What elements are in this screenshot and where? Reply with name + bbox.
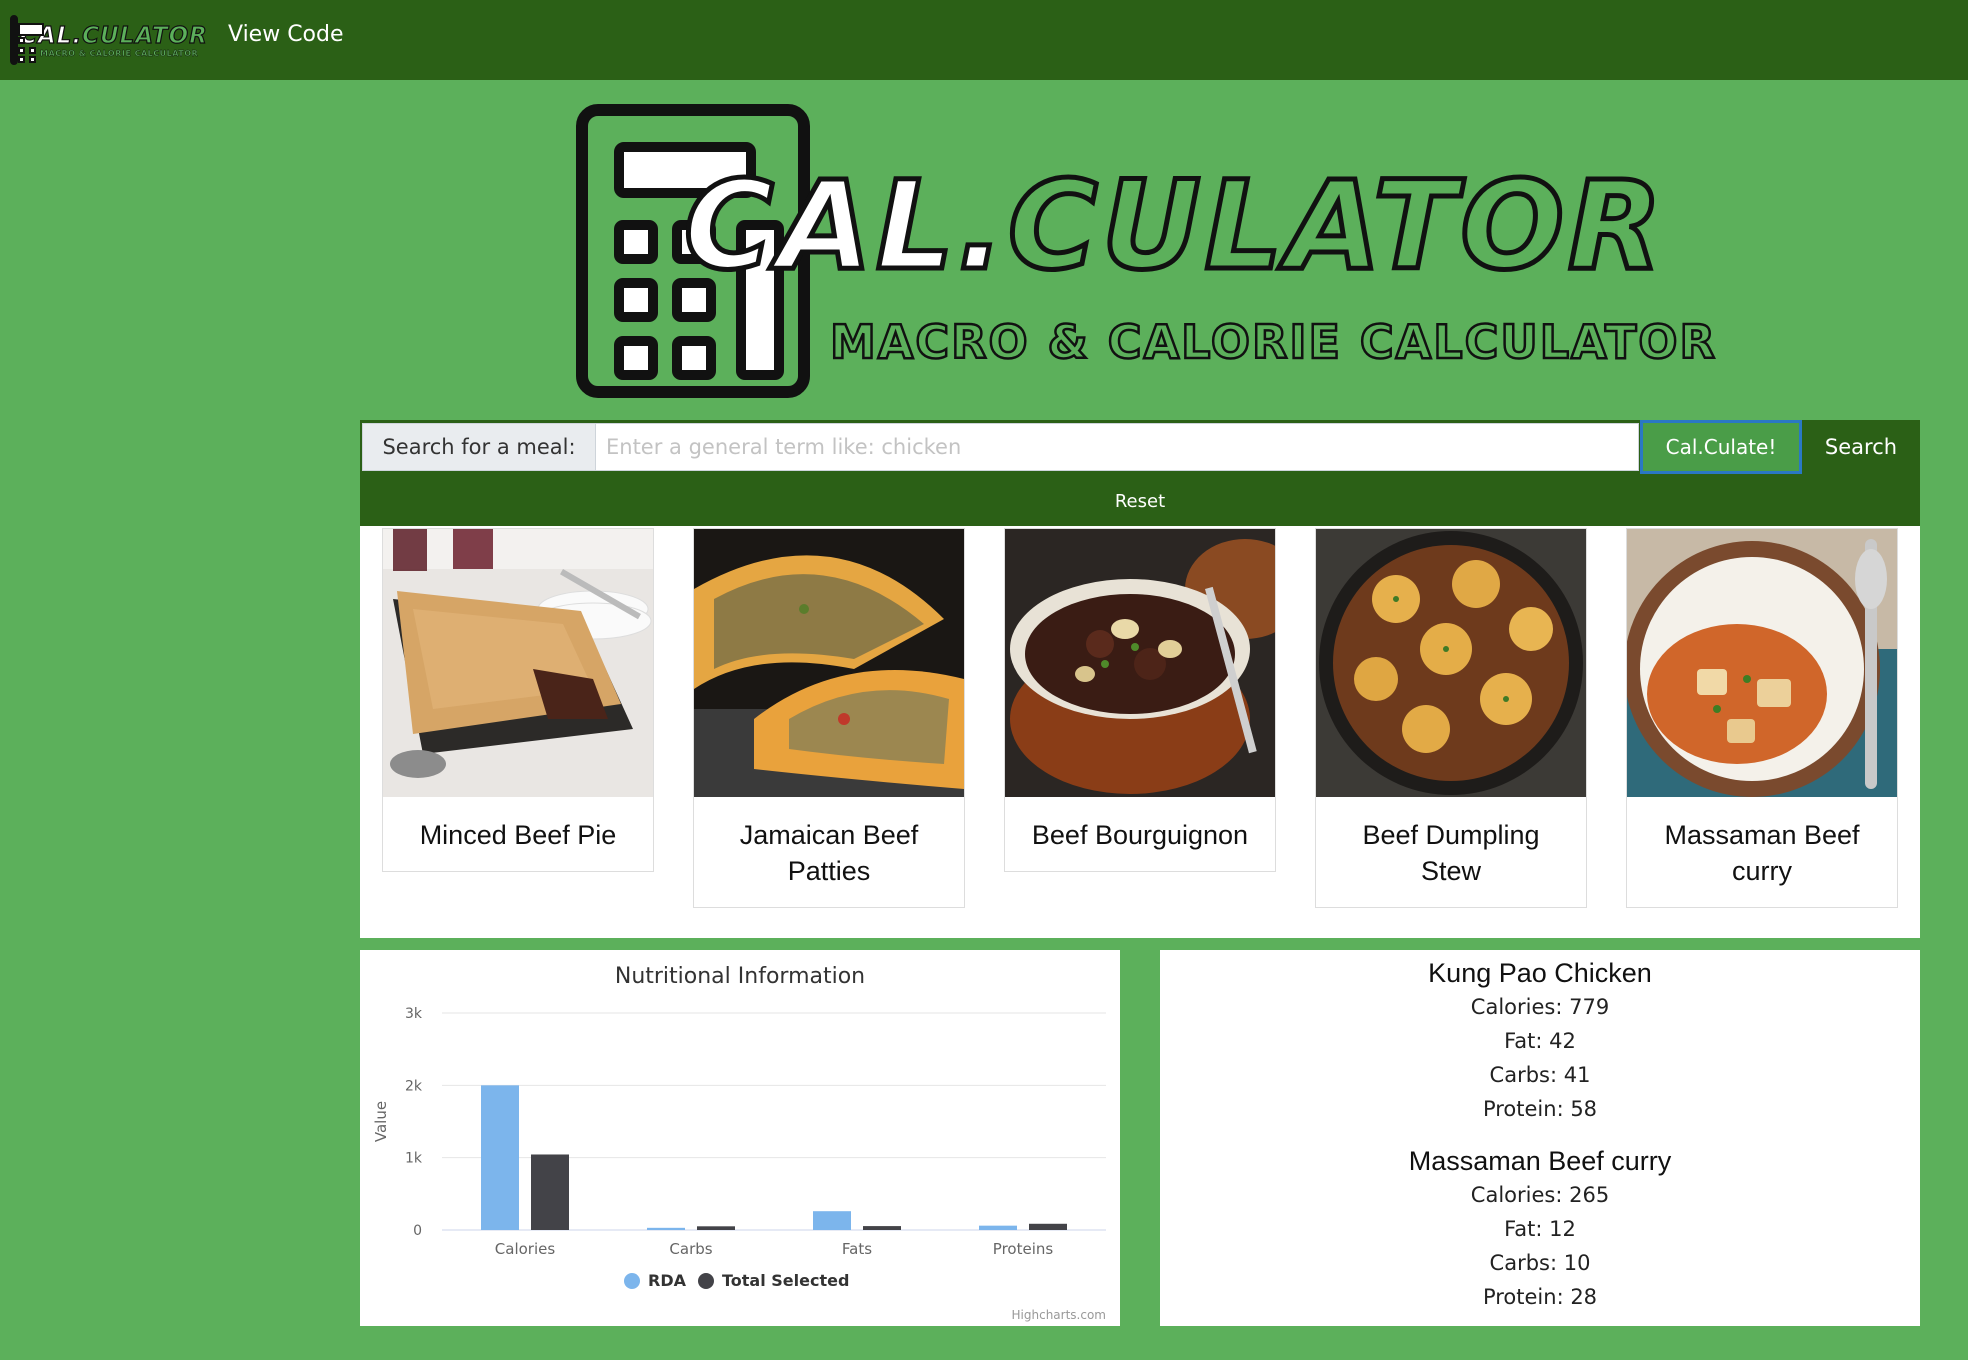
- hero-subtitle: MACRO & CALORIE CALCULATOR: [829, 314, 1717, 371]
- bar-rda: [813, 1211, 851, 1230]
- meal-card[interactable]: Beef Bourguignon: [1004, 528, 1276, 872]
- y-axis-title: Value: [372, 1101, 390, 1142]
- selected-meal-protein: Protein: 28: [1482, 1285, 1598, 1309]
- bar-rda: [481, 1085, 519, 1230]
- selected-meal-carbs: Carbs: 10: [1489, 1251, 1591, 1275]
- meal-image[interactable]: [383, 529, 653, 797]
- meal-results: Minced Beef Pie Jamaican Beef Patties Be…: [360, 526, 1920, 938]
- selected-meals-panel: Kung Pao Chicken Calories: 779 Fat: 42 C…: [1160, 950, 1920, 1326]
- nutrition-chart: Nutritional Information 0 1k 2k 3k Value Calor…: [360, 950, 1120, 1326]
- meal-name: Jamaican Beef Patties: [739, 820, 919, 886]
- bar-total-selected: [697, 1226, 735, 1230]
- x-tick-label: Proteins: [993, 1240, 1054, 1258]
- search-bar: Search for a meal: Cal.Culate! Search Re…: [360, 420, 1920, 526]
- meal-image[interactable]: [694, 529, 964, 797]
- legend-item: RDA: [648, 1271, 687, 1290]
- selected-meal-fat: Fat: 42: [1504, 1029, 1576, 1053]
- meal-image[interactable]: [1627, 529, 1897, 797]
- legend-marker: [698, 1273, 714, 1289]
- hero-logo: CAL.CULATOR MACRO & CALORIE CALCULATOR: [572, 102, 1716, 402]
- selected-meal: Massaman Beef curry Calories: 265 Fat: 1…: [1160, 1144, 1920, 1314]
- selected-meal-calories: Calories: 779: [1470, 995, 1610, 1019]
- navbar: CAL.CULATOR MACRO & CALORIE CALCULATOR V…: [0, 0, 1968, 80]
- calculate-button[interactable]: Cal.Culate!: [1640, 420, 1802, 474]
- calculator-icon: [10, 15, 44, 65]
- search-label: Search for a meal:: [362, 423, 596, 471]
- selected-meal-title: Massaman Beef curry: [1408, 1146, 1672, 1176]
- search-button[interactable]: Search: [1802, 420, 1920, 474]
- selected-meal-carbs: Carbs: 41: [1489, 1063, 1591, 1087]
- y-tick-label: 3k: [405, 1006, 423, 1022]
- meal-name: Beef Bourguignon: [1031, 820, 1249, 850]
- chart-canvas: Nutritional Information 0 1k 2k 3k Value Calor…: [372, 964, 1106, 1290]
- hero-title: CAL.CULATOR: [681, 154, 1667, 299]
- meal-image[interactable]: [1316, 529, 1586, 797]
- meal-name: Beef Dumpling Stew: [1362, 820, 1540, 886]
- view-code-link[interactable]: View Code: [228, 20, 344, 50]
- selected-meal-fat: Fat: 12: [1504, 1217, 1576, 1241]
- meal-card[interactable]: Beef Dumpling Stew: [1315, 528, 1587, 908]
- y-tick-label: 2k: [405, 1078, 423, 1094]
- bar-total-selected: [1029, 1223, 1067, 1230]
- meal-name: Minced Beef Pie: [419, 820, 617, 850]
- nav-logo-title: CAL.CULATOR: [19, 22, 208, 49]
- x-tick-label: Fats: [842, 1240, 872, 1258]
- y-tick-label: 0: [413, 1223, 422, 1239]
- x-tick-label: Calories: [495, 1240, 556, 1258]
- chart-credit[interactable]: Highcharts.com: [1012, 1308, 1106, 1322]
- meal-card[interactable]: Minced Beef Pie: [382, 528, 654, 872]
- selected-meal: Kung Pao Chicken Calories: 779 Fat: 42 C…: [1160, 956, 1920, 1126]
- bar-total-selected: [531, 1154, 569, 1230]
- nav-logo-subtitle: MACRO & CALORIE CALCULATOR: [40, 48, 199, 58]
- meal-image[interactable]: [1005, 529, 1275, 797]
- legend-item: Total Selected: [722, 1271, 849, 1290]
- bar-rda: [979, 1225, 1017, 1230]
- bar-total-selected: [863, 1226, 901, 1230]
- reset-button[interactable]: Reset: [360, 476, 1920, 526]
- bar-rda: [647, 1227, 685, 1230]
- selected-meal-protein: Protein: 58: [1482, 1097, 1598, 1121]
- meal-name: Massaman Beef curry: [1664, 820, 1860, 886]
- meal-card[interactable]: Massaman Beef curry: [1626, 528, 1898, 908]
- legend-marker: [624, 1273, 640, 1289]
- x-tick-label: Carbs: [669, 1240, 712, 1258]
- y-tick-label: 1k: [405, 1151, 423, 1167]
- chart-title: Nutritional Information: [615, 964, 865, 989]
- search-input[interactable]: [595, 423, 1639, 471]
- meal-card[interactable]: Jamaican Beef Patties: [693, 528, 965, 908]
- nav-logo[interactable]: CAL.CULATOR MACRO & CALORIE CALCULATOR: [10, 14, 207, 66]
- selected-meal-calories: Calories: 265: [1470, 1183, 1610, 1207]
- selected-meal-title: Kung Pao Chicken: [1428, 958, 1652, 988]
